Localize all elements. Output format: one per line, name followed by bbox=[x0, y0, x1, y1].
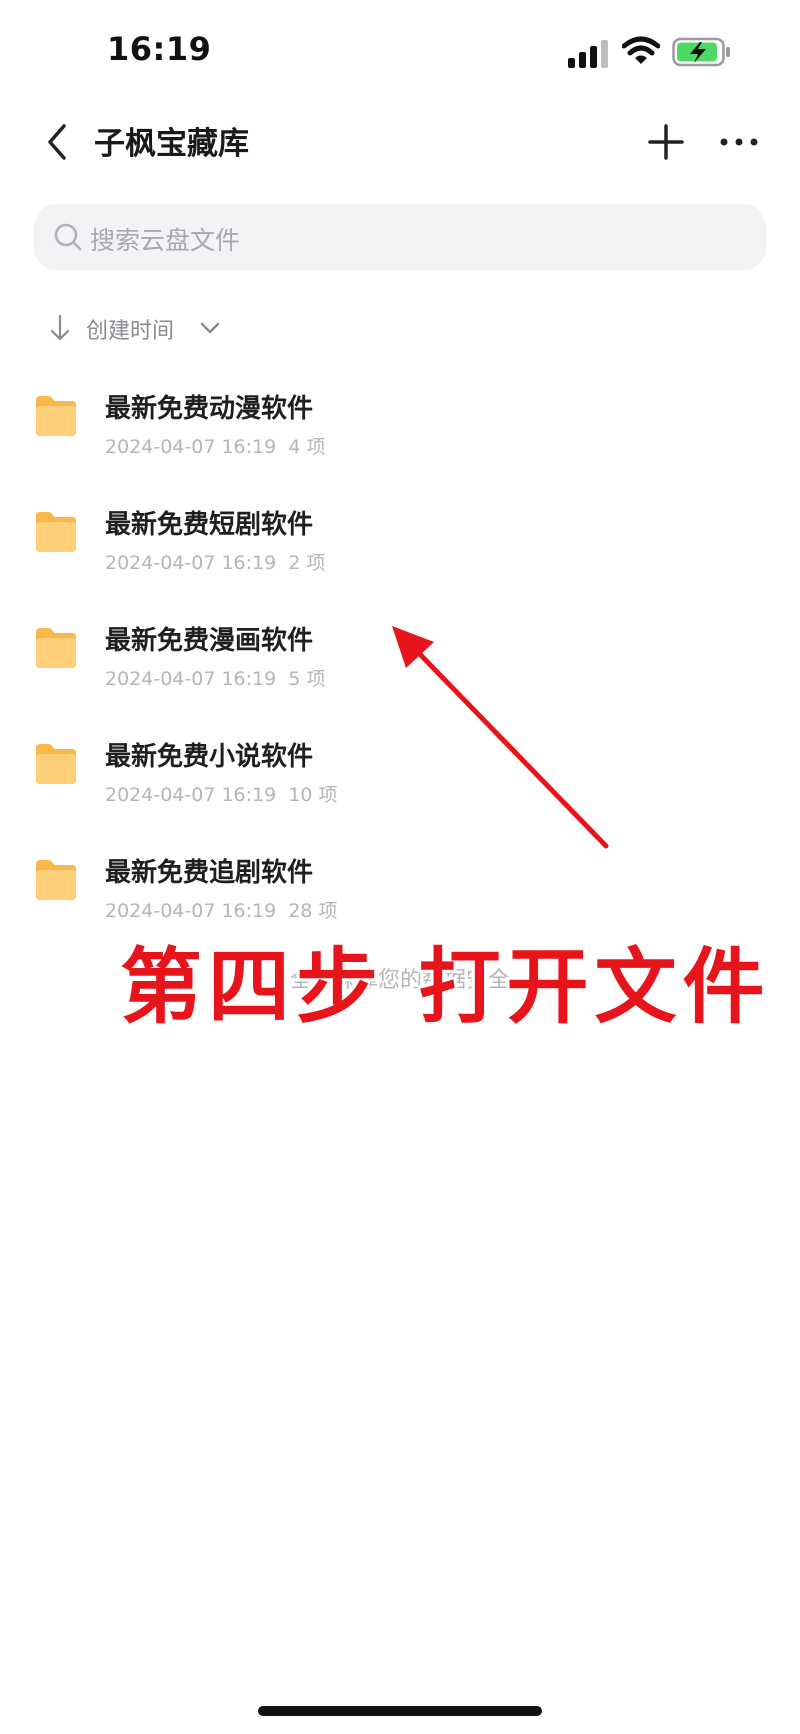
sort-selector[interactable]: 创建时间 bbox=[44, 308, 444, 348]
folder-icon bbox=[36, 512, 76, 552]
folder-meta: 2024-04-07 16:19 2 项 bbox=[105, 548, 325, 575]
annotation-text: 第四步 打开文件 bbox=[120, 939, 771, 1035]
folder-name: 最新免费短剧软件 bbox=[105, 510, 314, 540]
folder-count: 28 项 bbox=[288, 900, 338, 922]
annotation-arrow bbox=[392, 626, 609, 849]
sort-arrow-icon bbox=[50, 314, 70, 341]
folder-date: 2024-04-07 16:19 bbox=[105, 900, 277, 922]
folder-name: 最新免费小说软件 bbox=[105, 742, 314, 772]
folder-date: 2024-04-07 16:19 bbox=[105, 552, 277, 574]
folder-date: 2024-04-07 16:19 bbox=[105, 784, 277, 806]
status-bar: 16:19 bbox=[0, 0, 800, 100]
search-icon bbox=[54, 223, 82, 251]
folder-count: 4 项 bbox=[288, 436, 326, 458]
status-time: 16:19 bbox=[107, 30, 212, 68]
folder-icon bbox=[36, 744, 76, 784]
folder-item[interactable]: 最新免费动漫软件 2024-04-07 16:19 4 项 bbox=[0, 370, 800, 486]
page-title: 子枫宝藏库 bbox=[94, 126, 249, 162]
folder-count: 2 项 bbox=[288, 552, 326, 574]
nav-bar: 子枫宝藏库 bbox=[0, 100, 800, 184]
folder-icon bbox=[36, 860, 76, 900]
add-icon[interactable] bbox=[646, 122, 686, 162]
chevron-down-icon bbox=[200, 322, 220, 334]
signal-icon bbox=[568, 40, 608, 68]
wifi-icon bbox=[622, 36, 660, 64]
more-icon[interactable] bbox=[718, 130, 760, 154]
battery-charging-icon bbox=[672, 37, 730, 67]
folder-date: 2024-04-07 16:19 bbox=[105, 436, 277, 458]
folder-meta: 2024-04-07 16:19 5 项 bbox=[105, 664, 325, 691]
folder-date: 2024-04-07 16:19 bbox=[105, 668, 277, 690]
folder-icon bbox=[36, 628, 76, 668]
folder-item[interactable]: 最新免费短剧软件 2024-04-07 16:19 2 项 bbox=[0, 486, 800, 602]
folder-name: 最新免费漫画软件 bbox=[105, 626, 314, 656]
back-icon[interactable] bbox=[40, 122, 76, 162]
folder-icon bbox=[36, 396, 76, 436]
folder-meta: 2024-04-07 16:19 4 项 bbox=[105, 432, 325, 459]
folder-count: 10 项 bbox=[288, 784, 338, 806]
search-input[interactable]: 搜索云盘文件 bbox=[34, 204, 766, 270]
folder-name: 最新免费追剧软件 bbox=[105, 858, 314, 888]
folder-name: 最新免费动漫软件 bbox=[105, 394, 314, 424]
search-placeholder: 搜索云盘文件 bbox=[90, 226, 241, 255]
folder-count: 5 项 bbox=[288, 668, 326, 690]
home-indicator[interactable] bbox=[258, 1706, 542, 1716]
sort-label: 创建时间 bbox=[86, 319, 175, 344]
folder-meta: 2024-04-07 16:19 28 项 bbox=[105, 896, 338, 923]
folder-meta: 2024-04-07 16:19 10 项 bbox=[105, 780, 338, 807]
